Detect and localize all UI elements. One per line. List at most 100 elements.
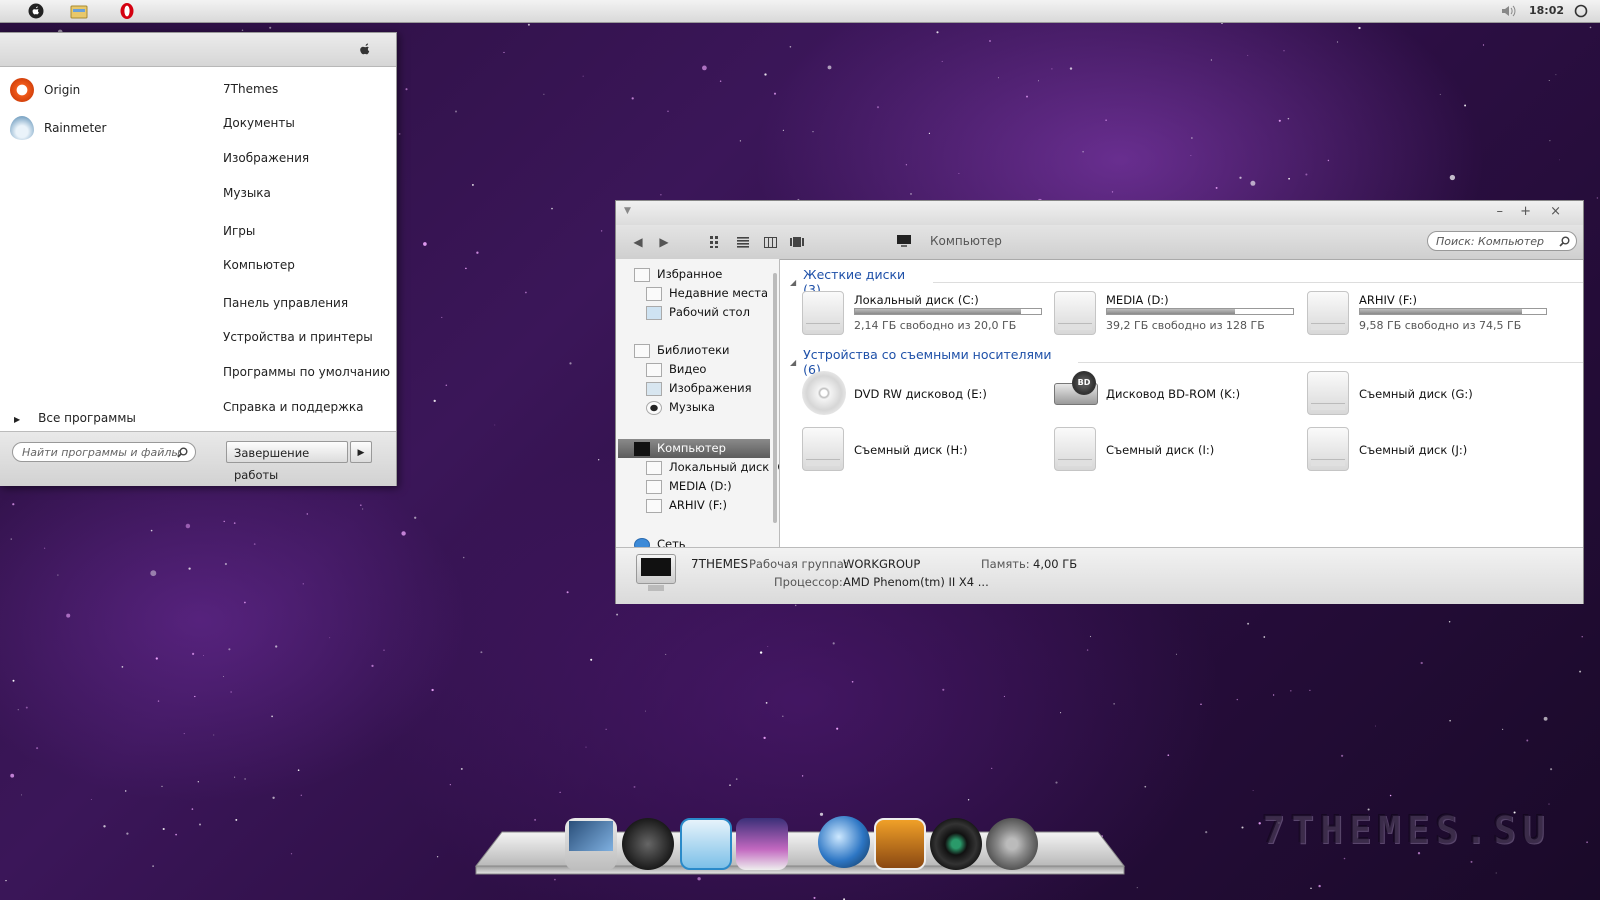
- nav-scrollbar[interactable]: [773, 273, 777, 523]
- desktop-icon: [646, 305, 662, 320]
- drive-tile-j[interactable]: Съемный диск (J:): [1307, 427, 1557, 473]
- grid-view-icon: [710, 236, 718, 248]
- view-icons-button[interactable]: [708, 234, 724, 250]
- drive-name: DVD RW дисковод (E:): [854, 387, 987, 401]
- hard-drive-icon: [802, 291, 844, 335]
- link-devices-printers[interactable]: Устройства и принтеры: [223, 330, 373, 344]
- cpu-value: AMD Phenom(tm) II X4 ...: [843, 575, 989, 589]
- nav-drive-d[interactable]: MEDIA (D:): [646, 477, 732, 496]
- nav-label: Локальный диск (C:: [669, 460, 780, 474]
- link-help-support[interactable]: Справка и поддержка: [223, 400, 364, 414]
- removable-drive-icon: [802, 427, 844, 471]
- start-menu-header: [0, 33, 396, 67]
- cpu-label: Процессор:: [774, 575, 843, 589]
- nav-label: MEDIA (D:): [669, 479, 732, 493]
- nav-favorites[interactable]: Избранное: [634, 265, 722, 284]
- nav-drive-c[interactable]: Локальный диск (C:: [646, 458, 780, 477]
- nav-drive-f[interactable]: ARHIV (F:): [646, 496, 727, 515]
- forward-button[interactable]: ▶: [656, 234, 672, 250]
- nav-computer[interactable]: Компьютер: [634, 439, 726, 458]
- back-button[interactable]: ◀: [630, 234, 646, 250]
- iphoto-icon[interactable]: [874, 818, 926, 870]
- forward-arrow-icon: ▶: [659, 235, 669, 249]
- minimize-button[interactable]: –: [1497, 204, 1504, 219]
- drive-name: Локальный диск (C:): [854, 293, 979, 307]
- link-default-programs[interactable]: Программы по умолчанию: [223, 365, 390, 379]
- search-placeholder: Поиск: Компьютер: [1436, 235, 1544, 248]
- drive-name: Съемный диск (H:): [854, 443, 968, 457]
- drive-icon: [646, 479, 662, 494]
- imac-icon[interactable]: [565, 818, 617, 870]
- collapse-icon: ◢: [790, 357, 797, 367]
- maximize-button[interactable]: +: [1520, 204, 1531, 219]
- workgroup-label: Рабочая группа:: [749, 557, 848, 571]
- group-divider: [932, 281, 1583, 283]
- network-globe-icon[interactable]: [818, 816, 870, 868]
- explorer-icon[interactable]: [70, 2, 88, 20]
- leopard-icon[interactable]: [736, 818, 788, 870]
- nav-libraries[interactable]: Библиотеки: [634, 341, 730, 360]
- logmein-icon[interactable]: [680, 818, 732, 870]
- speaker-icon[interactable]: [986, 818, 1038, 870]
- navigation-pane[interactable]: Избранное Недавние места Рабочий стол Би…: [616, 259, 780, 547]
- link-images[interactable]: Изображения: [223, 151, 309, 165]
- drive-tile-f[interactable]: ARHIV (F:) 9,58 ГБ свободно из 74,5 ГБ: [1307, 291, 1557, 337]
- nav-network[interactable]: Сеть: [634, 535, 686, 547]
- columns-view-icon: [763, 236, 777, 248]
- nav-label: Библиотеки: [657, 343, 730, 357]
- explorer-search-input[interactable]: Поиск: Компьютер: [1427, 231, 1577, 251]
- view-coverflow-button[interactable]: [789, 234, 805, 250]
- volume-icon[interactable]: [1500, 2, 1518, 20]
- shutdown-button[interactable]: Завершение работы: [226, 441, 348, 482]
- nav-label: Видео: [669, 362, 707, 376]
- link-computer[interactable]: Компьютер: [223, 258, 295, 272]
- camera-icon[interactable]: [930, 818, 982, 870]
- clock[interactable]: 18:02: [1529, 4, 1564, 17]
- search-icon: [177, 447, 188, 458]
- link-7themes[interactable]: 7Themes: [223, 82, 278, 96]
- link-music[interactable]: Музыка: [223, 186, 271, 200]
- apple-icon[interactable]: [27, 2, 45, 20]
- pinned-origin[interactable]: Origin: [10, 73, 80, 107]
- video-icon: [646, 362, 662, 377]
- opera-icon[interactable]: [118, 2, 136, 20]
- removable-drive-icon: [1307, 427, 1349, 471]
- drive-tile-d[interactable]: MEDIA (D:) 39,2 ГБ свободно из 128 ГБ: [1054, 291, 1304, 337]
- workgroup-value: WORKGROUP: [843, 557, 921, 571]
- link-games[interactable]: Игры: [223, 224, 255, 238]
- nav-desktop[interactable]: Рабочий стол: [646, 303, 750, 322]
- drive-tile-i[interactable]: Съемный диск (I:): [1054, 427, 1304, 473]
- all-programs-button[interactable]: ▶ Все программы: [14, 411, 136, 425]
- link-control-panel[interactable]: Панель управления: [223, 296, 348, 310]
- x-icon[interactable]: [622, 818, 674, 870]
- list-view-icon: [737, 236, 749, 248]
- nav-video[interactable]: Видео: [646, 360, 706, 379]
- nav-images[interactable]: Изображения: [646, 379, 752, 398]
- drive-tile-h[interactable]: Съемный диск (H:): [802, 427, 1052, 473]
- window-titlebar[interactable]: ▼ – + ×: [616, 201, 1583, 225]
- program-search-input[interactable]: Найти программы и файлы: [12, 442, 196, 462]
- window-menu-icon[interactable]: ▼: [624, 206, 631, 216]
- hard-drive-icon: [1054, 291, 1096, 335]
- nav-recent-places[interactable]: Недавние места: [646, 284, 768, 303]
- drive-name: Съемный диск (G:): [1359, 387, 1473, 401]
- address-bar[interactable]: Компьютер: [896, 234, 1002, 248]
- drive-tile-g[interactable]: Съемный диск (G:): [1307, 371, 1557, 417]
- pinned-rainmeter[interactable]: Rainmeter: [10, 111, 106, 145]
- explorer-toolbar: ◀ ▶ Компьютер Поиск: Компьютер: [616, 225, 1583, 260]
- drive-tile-e[interactable]: DVD RW дисковод (E:): [802, 371, 1052, 417]
- group-divider: [1078, 361, 1583, 363]
- close-button[interactable]: ×: [1550, 204, 1561, 219]
- drive-tile-c[interactable]: Локальный диск (C:) 2,14 ГБ свободно из …: [802, 291, 1052, 337]
- power-icon[interactable]: [1572, 2, 1590, 20]
- view-list-button[interactable]: [735, 234, 751, 250]
- computer-name: 7THEMES: [691, 557, 749, 571]
- explorer-window: ▼ – + × ◀ ▶ Компьютер Поиск: Компьютер И…: [615, 200, 1584, 604]
- shutdown-options-button[interactable]: ▶: [350, 441, 372, 463]
- drive-tile-k[interactable]: BD Дисковод BD-ROM (K:): [1054, 371, 1304, 417]
- view-columns-button[interactable]: [762, 234, 778, 250]
- bd-disc-icon: BD: [1072, 371, 1096, 395]
- link-documents[interactable]: Документы: [223, 116, 295, 130]
- nav-music[interactable]: Музыка: [646, 398, 715, 417]
- removable-drive-icon: [1054, 427, 1096, 471]
